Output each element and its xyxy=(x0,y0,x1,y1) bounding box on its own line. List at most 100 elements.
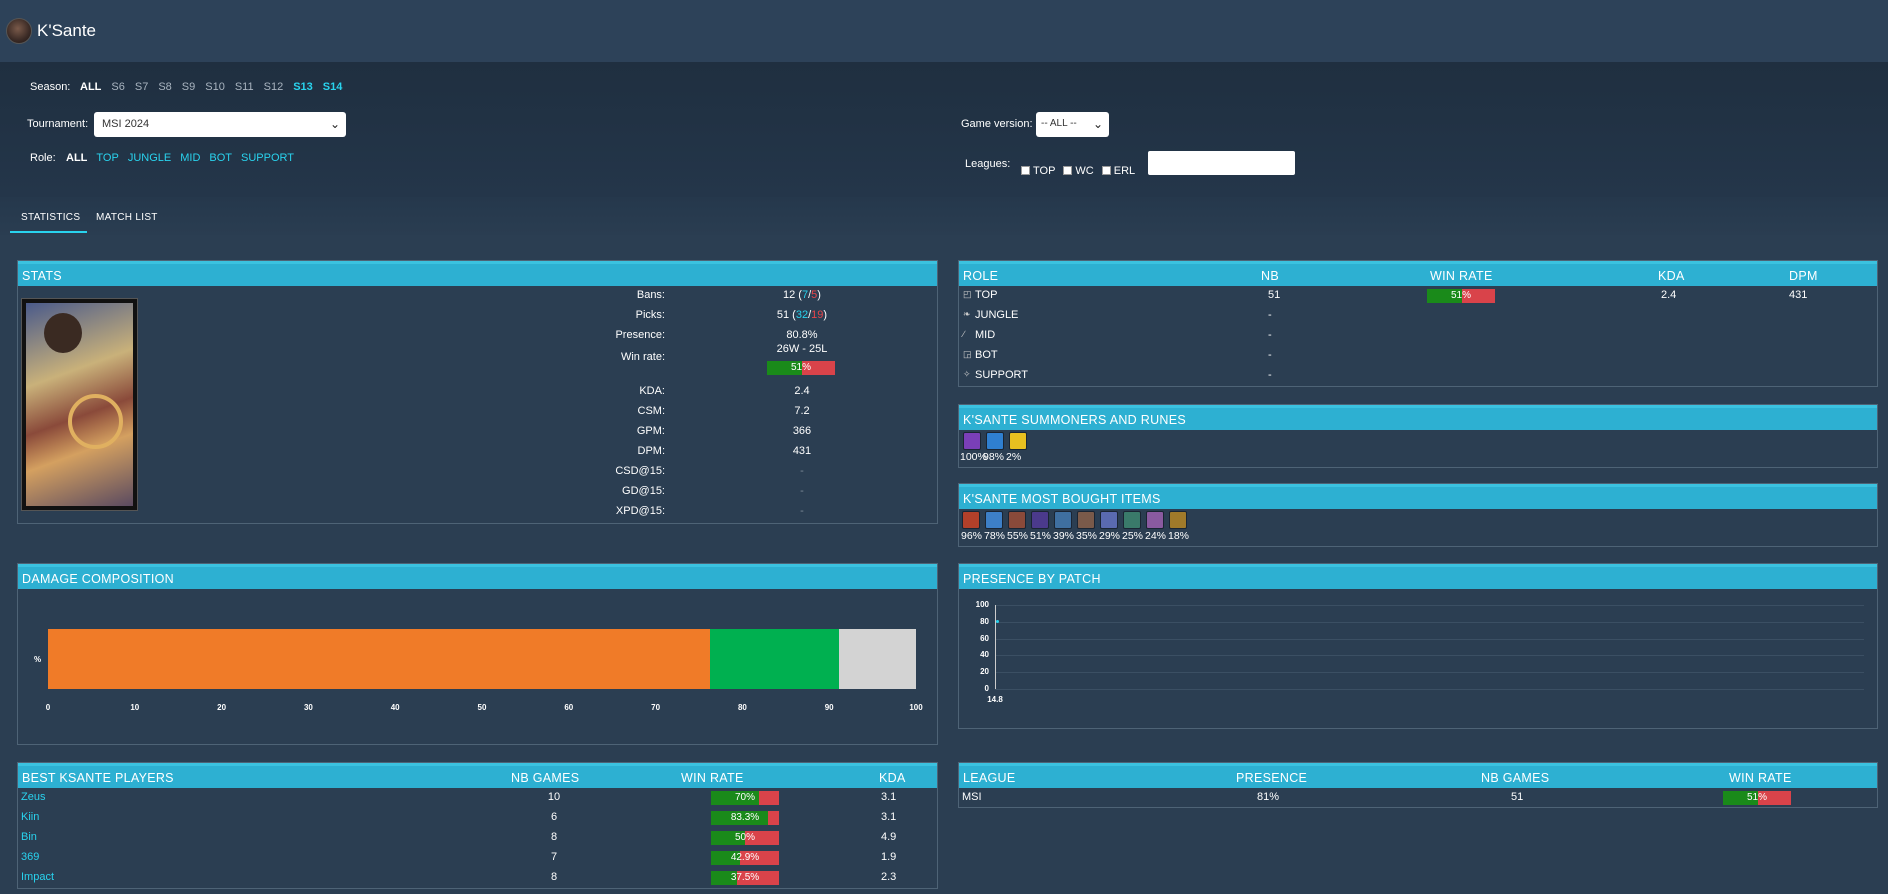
player-link[interactable]: 369 xyxy=(21,851,39,863)
presence-xtick: 14.8 xyxy=(987,695,1003,704)
role-top[interactable]: TOP xyxy=(96,152,118,164)
damage-xtick: 100 xyxy=(909,703,923,712)
winrate-bar: 51% xyxy=(767,361,835,375)
role-kda: 2.4 xyxy=(1661,289,1677,301)
item-pct: 78% xyxy=(984,530,1006,542)
role-name: BOT xyxy=(975,349,998,361)
champion-portrait xyxy=(21,298,138,511)
stat-value: 431 xyxy=(792,445,812,457)
damage-xtick: 40 xyxy=(390,703,400,712)
season-s9[interactable]: S9 xyxy=(182,81,195,93)
support-icon: ✧ xyxy=(963,369,971,379)
summoners-title: K'SANTE SUMMONERS AND RUNES xyxy=(963,413,1187,427)
tab-statistics[interactable]: STATISTICS xyxy=(21,212,80,223)
items-title: K'SANTE MOST BOUGHT ITEMS xyxy=(963,492,1161,506)
role-all[interactable]: ALL xyxy=(66,152,87,164)
season-s6[interactable]: S6 xyxy=(111,81,124,93)
role-nb: - xyxy=(1268,309,1272,321)
season-s12[interactable]: S12 xyxy=(264,81,284,93)
chevron-down-icon: ⌄ xyxy=(329,117,340,131)
leagues-checkboxes: TOP WC ERL xyxy=(1021,165,1135,177)
presence-ytick: 60 xyxy=(980,633,989,643)
season-s11[interactable]: S11 xyxy=(235,81,254,93)
item-pct: 55% xyxy=(1007,530,1029,542)
season-s14[interactable]: S14 xyxy=(323,81,343,93)
role-nb: 51 xyxy=(1268,289,1281,301)
season-s8[interactable]: S8 xyxy=(158,81,171,93)
presence-panel: PRESENCE BY PATCH 100 80 60 40 20 0 14.8 xyxy=(958,563,1878,729)
presence-point xyxy=(996,619,999,623)
winrate-text: 50% xyxy=(734,832,755,843)
role-support[interactable]: SUPPORT xyxy=(241,152,294,164)
stat-label: GD@15: xyxy=(622,485,665,497)
leagues-panel: LEAGUE PRESENCE NB GAMES WIN RATE MSI 81%… xyxy=(958,762,1878,808)
role-name: SUPPORT xyxy=(975,369,1028,381)
checkbox-top[interactable] xyxy=(1021,166,1030,175)
winrate-bar: 70% xyxy=(711,791,779,805)
winrate-text: 51% xyxy=(1450,290,1471,301)
leagues-table-header: LEAGUE PRESENCE NB GAMES WIN RATE xyxy=(959,763,1877,788)
stat-value: 2.4 xyxy=(794,385,810,397)
role-bot[interactable]: BOT xyxy=(209,152,232,164)
col-dpm: DPM xyxy=(1789,269,1818,283)
presence-yaxis xyxy=(995,605,996,689)
role-name: TOP xyxy=(975,289,998,301)
stat-label: KDA: xyxy=(639,385,665,397)
season-all[interactable]: ALL xyxy=(80,81,101,93)
chevron-down-icon: ⌄ xyxy=(1092,117,1103,131)
game-version-select[interactable]: -- ALL -- ⌄ xyxy=(1036,112,1109,137)
presence-ytick: 20 xyxy=(980,667,989,677)
player-games: 10 xyxy=(547,791,561,803)
player-link[interactable]: Zeus xyxy=(21,791,45,803)
players-header: BEST KSANTE PLAYERS NB GAMES WIN RATE KD… xyxy=(18,763,937,788)
stats-title: STATS xyxy=(22,269,62,283)
col-league-games: NB GAMES xyxy=(1481,771,1550,785)
item-icon xyxy=(1146,511,1164,529)
winrate-bar: 51% xyxy=(1427,289,1495,303)
player-games: 7 xyxy=(550,851,558,863)
role-nb: - xyxy=(1268,369,1272,381)
tournament-value: MSI 2024 xyxy=(102,118,150,130)
leagues-search-input[interactable] xyxy=(1148,151,1295,175)
summoners-panel: K'SANTE SUMMONERS AND RUNES 100% 98% 2% xyxy=(958,404,1878,468)
gridline xyxy=(995,689,1864,690)
stat-value: 26W - 25L xyxy=(776,343,828,355)
winrate-text: 51% xyxy=(790,362,811,373)
season-s7[interactable]: S7 xyxy=(135,81,148,93)
season-label: Season: xyxy=(30,81,71,93)
col-nb: NB xyxy=(1261,269,1279,283)
summoners-header: K'SANTE SUMMONERS AND RUNES xyxy=(959,405,1877,430)
stat-label: CSD@15: xyxy=(615,465,665,477)
player-link[interactable]: Kiin xyxy=(21,811,39,823)
col-games: NB GAMES xyxy=(511,771,580,785)
stat-label: GPM: xyxy=(636,425,665,437)
winrate-bar: 50% xyxy=(711,831,779,845)
col-player-kda: KDA xyxy=(879,771,906,785)
item-pct: 18% xyxy=(1168,530,1190,542)
checkbox-erl[interactable] xyxy=(1101,166,1111,175)
season-s13[interactable]: S13 xyxy=(293,81,313,93)
season-s10[interactable]: S10 xyxy=(205,81,225,93)
col-presence: PRESENCE xyxy=(1236,771,1308,785)
col-winrate: WIN RATE xyxy=(1430,269,1493,283)
players-panel: BEST KSANTE PLAYERS NB GAMES WIN RATE KD… xyxy=(17,762,938,889)
role-selector: ALL TOP JUNGLE MID BOT SUPPORT xyxy=(66,152,303,164)
tournament-select[interactable]: MSI 2024 ⌄ xyxy=(94,112,346,137)
player-link[interactable]: Bin xyxy=(21,831,37,843)
game-version-label: Game version: xyxy=(961,118,1033,130)
player-kda: 4.9 xyxy=(881,831,897,843)
role-mid[interactable]: MID xyxy=(180,152,200,164)
tournament-label: Tournament: xyxy=(27,118,89,130)
stat-value-blue: 32 xyxy=(795,309,809,321)
tab-match-list[interactable]: MATCH LIST xyxy=(96,212,158,223)
item-icon xyxy=(1031,511,1049,529)
player-link[interactable]: Impact xyxy=(21,871,54,883)
role-jungle[interactable]: JUNGLE xyxy=(128,152,171,164)
damage-segment xyxy=(48,629,711,689)
role-nb: - xyxy=(1268,349,1272,361)
presence-ytick: 40 xyxy=(980,650,989,660)
item-pct: 29% xyxy=(1099,530,1121,542)
stat-value-red: 19 xyxy=(811,309,824,321)
stat-value: 12 (7/5) xyxy=(742,289,862,301)
checkbox-wc[interactable] xyxy=(1063,166,1073,175)
